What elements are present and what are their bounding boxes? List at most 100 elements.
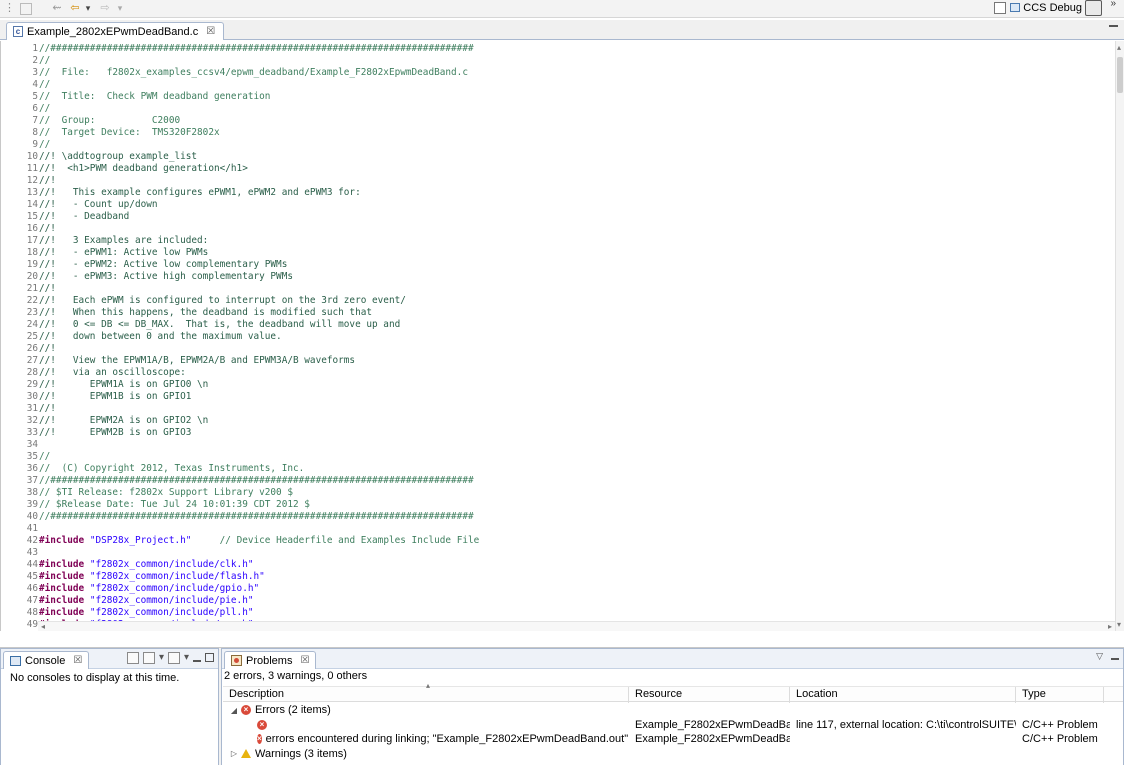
code-line: 47 #include "f2802x_common/include/pie.h" [1,595,1111,607]
bottom-panels: Console ☒ ▾ ▾ No consoles to display at … [0,647,1124,765]
line-number: 8 [32,127,38,138]
scroll-up-icon[interactable]: ▴ [1117,43,1121,52]
line-number: 5 [32,91,38,102]
scroll-right-icon[interactable]: ▸ [1108,622,1112,631]
code-line: 26//! [1,343,1111,355]
line-number: 19 [26,259,38,270]
line-number: 28 [26,367,38,378]
include-keyword: #include [39,571,85,582]
code-lines: 1//#####################################… [1,43,1111,631]
line-number: 42 [26,535,38,546]
scroll-down-icon[interactable]: ▾ [1117,620,1121,629]
code-line: 45 #include "f2802x_common/include/flash.… [1,571,1111,583]
expand-warnings-icon[interactable]: ▷ [229,749,239,758]
open-perspective-icon[interactable] [994,2,1006,14]
include-path: "f2802x_common/include/clk.h" [89,559,254,570]
warnings-group-label: Warnings (3 items) [255,747,347,760]
maximize-console-icon[interactable] [205,653,214,662]
close-problems-icon[interactable]: ☒ [300,655,309,666]
open-console-dropdown-icon[interactable]: ▾ [184,652,189,664]
toolbar-icon[interactable] [20,3,32,15]
scroll-left-icon[interactable]: ◂ [41,622,45,631]
tab-example-file[interactable]: c Example_2802xEPwmDeadBand.c ☒ [6,22,225,40]
minimize-editor-icon[interactable] [1109,24,1118,27]
line-number: 13 [26,187,38,198]
close-tab-icon[interactable]: ☒ [206,26,215,37]
errors-group-label: Errors (2 items) [255,704,331,717]
back-icon[interactable]: ⇦ [68,1,82,16]
code-comment: //! down between 0 and the maximum value… [39,331,282,342]
forward-dropdown-icon[interactable]: ▾ [116,1,124,16]
view-menu-icon[interactable]: ▽ [1096,651,1103,662]
code-line: 30//! EPWM1B is on GPIO1 [1,391,1111,403]
line-number: 41 [26,523,38,534]
last-edit-icon[interactable]: ⇜ [50,1,64,16]
problems-icon [231,655,242,666]
warnings-group-row[interactable]: ▷ Warnings (3 items) [223,747,1123,762]
perspective-edit-icon[interactable] [1085,0,1102,16]
code-line: 32//! EPWM2A is on GPIO2 \n [1,415,1111,427]
code-line: 2// [1,55,1111,67]
line-number: 6 [32,103,38,114]
problem-resource: Example_F2802xEPwmDeadBand [635,718,790,731]
collapse-errors-icon[interactable]: ◢ [229,706,239,715]
code-line: 6// [1,103,1111,115]
main-toolbar: ⋮ ⇜ ⇦ ▾ ⇨ ▾ CCS Debug » [0,0,1124,18]
include-keyword: #include [39,595,85,606]
close-console-icon[interactable]: ☒ [73,655,82,666]
code-line: 31//! [1,403,1111,415]
column-type[interactable]: Type [1016,687,1104,703]
more-perspectives-icon[interactable]: » [1110,0,1116,9]
line-number: 22 [26,295,38,306]
vertical-scrollbar[interactable]: ▴ ▾ [1115,41,1124,631]
code-line: 28//! via an oscilloscope: [1,367,1111,379]
code-comment: // Title: Check PWM deadband generation [39,91,271,102]
console-toolbar: ▾ ▾ [126,652,214,664]
include-path: "f2802x_common/include/gpio.h" [89,583,260,594]
problem-type: C/C++ Problem [1022,718,1098,731]
minimize-console-icon[interactable] [193,652,201,662]
line-number: 12 [26,175,38,186]
code-line: 33//! EPWM2B is on GPIO3 [1,427,1111,439]
errors-group-row[interactable]: ◢ × Errors (2 items) [223,703,1123,718]
column-resource[interactable]: Resource [629,687,790,703]
include-path: "f2802x_common/include/pie.h" [89,595,254,606]
tab-problems[interactable]: Problems ☒ [224,651,317,669]
line-number: 35 [26,451,38,462]
code-comment: // $TI Release: f2802x Support Library v… [39,487,293,498]
code-line: 8// Target Device: TMS320F2802x [1,127,1111,139]
forward-icon[interactable]: ⇨ [98,1,112,16]
code-editor[interactable]: 1//#####################################… [0,41,1124,631]
back-dropdown-icon[interactable]: ▾ [84,1,92,16]
tab-console[interactable]: Console ☒ [3,651,90,669]
table-row[interactable]: × Example_F2802xEPwmDeadBand line 117, e… [223,718,1123,733]
code-line: 27//! View the EPWM1A/B, EPWM2A/B and EP… [1,355,1111,367]
problem-location: line 117, external location: C:\ti\contr… [796,718,1016,731]
code-comment: //! View the EPWM1A/B, EPWM2A/B and EPWM… [39,355,356,366]
line-number: 24 [26,319,38,330]
code-comment: // File: f2802x_examples_ccsv4/epwm_dead… [39,67,468,78]
code-line: 29//! EPWM1A is on GPIO0 \n [1,379,1111,391]
warning-icon [241,749,251,759]
open-console-icon[interactable] [167,652,180,664]
toolbar-grip-icon: ⋮ [4,2,15,14]
line-number: 30 [26,391,38,402]
column-location[interactable]: Location [790,687,1016,703]
display-console-icon[interactable] [142,652,155,664]
horizontal-scrollbar[interactable]: ◂ ▸ [38,621,1115,631]
problems-table: ▴ Description Resource Location Type ◢ ×… [223,681,1123,762]
code-comment: // [39,139,51,150]
scroll-thumb[interactable] [1117,57,1123,93]
code-comment: // [39,55,51,66]
code-comment: //######################################… [39,511,474,522]
code-line: 17//! 3 Examples are included: [1,235,1111,247]
line-number: 47 [26,595,38,606]
code-line: 5// Title: Check PWM deadband generation [1,91,1111,103]
perspective-ccs-debug[interactable]: CCS Debug [1010,1,1082,16]
pin-console-icon[interactable] [126,652,139,664]
display-console-dropdown-icon[interactable]: ▾ [159,652,164,664]
code-comment: // Target Device: TMS320F2802x [39,127,220,138]
table-row[interactable]: × errors encountered during linking; "Ex… [223,732,1123,747]
minimize-problems-icon[interactable] [1111,651,1119,660]
code-comment: // Group: C2000 [39,115,181,126]
